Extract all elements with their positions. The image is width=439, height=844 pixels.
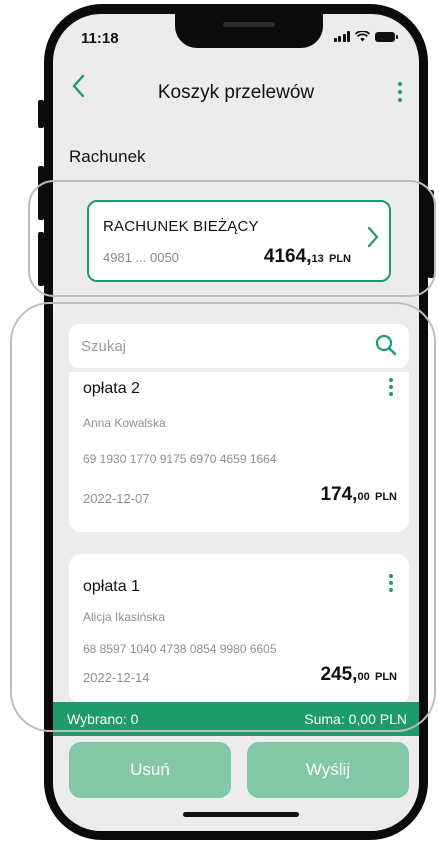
wifi-icon	[355, 31, 370, 42]
top-bar: Koszyk przelewów	[53, 70, 419, 120]
battery-icon	[375, 31, 398, 42]
delete-button[interactable]: Usuń	[69, 742, 231, 798]
notch	[175, 14, 323, 48]
signal-icon	[333, 31, 350, 42]
speaker	[223, 22, 275, 27]
list-highlight-frame	[10, 302, 436, 732]
page-title: Koszyk przelewów	[157, 82, 315, 103]
send-button[interactable]: Wyślij	[247, 742, 409, 798]
status-time: 11:18	[81, 30, 119, 47]
status-icons	[333, 31, 398, 42]
account-highlight-frame	[28, 180, 436, 297]
section-label: Rachunek	[69, 147, 146, 166]
home-indicator	[183, 812, 299, 817]
more-options-icon[interactable]	[395, 82, 405, 102]
